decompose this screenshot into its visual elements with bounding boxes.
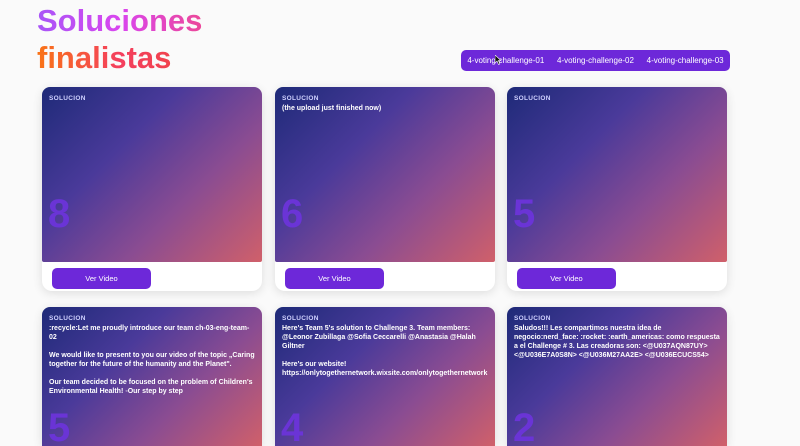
solution-thumbnail[interactable]: SOLUCION :recycle:Let me proudly introdu…	[42, 307, 262, 446]
ver-video-button[interactable]: Ver Video	[285, 268, 384, 289]
solution-card: SOLUCION :recycle:Let me proudly introdu…	[42, 307, 262, 446]
solution-number: 2	[513, 406, 536, 446]
solution-description: :recycle:Let me proudly introduce our te…	[49, 325, 255, 395]
solution-label: SOLUCION	[49, 95, 86, 102]
tab-challenge-02[interactable]: 4-voting-challenge-02	[557, 56, 634, 65]
solution-number: 5	[513, 192, 536, 236]
mouse-pointer-icon	[495, 55, 502, 65]
tab-challenge-03[interactable]: 4-voting-challenge-03	[647, 56, 724, 65]
solution-label: SOLUCION	[49, 315, 86, 322]
solution-label: SOLUCION	[282, 95, 319, 102]
solution-description: Here's Team 5's solution to Challenge 3.…	[282, 325, 488, 377]
solution-thumbnail[interactable]: SOLUCION Here's Team 5's solution to Cha…	[275, 307, 495, 446]
solution-thumbnail[interactable]: SOLUCION 8	[42, 87, 262, 262]
solution-card: SOLUCION Saludos!!! Les compartimos nues…	[507, 307, 727, 446]
solution-card: SOLUCION Here's Team 5's solution to Cha…	[275, 307, 495, 446]
solution-label: SOLUCION	[514, 315, 551, 322]
solution-number: 4	[281, 406, 304, 446]
solution-thumbnail[interactable]: SOLUCION (the upload just finished now) …	[275, 87, 495, 262]
page-title: Soluciones finalistas	[37, 2, 202, 76]
solution-card: SOLUCION 5 Ver Video	[507, 87, 727, 291]
solution-description: Saludos!!! Les compartimos nuestra idea …	[514, 325, 720, 359]
solution-card: SOLUCION (the upload just finished now) …	[275, 87, 495, 291]
solution-number: 5	[48, 406, 71, 446]
solution-thumbnail[interactable]: SOLUCION Saludos!!! Les compartimos nues…	[507, 307, 727, 446]
solution-thumbnail[interactable]: SOLUCION 5	[507, 87, 727, 262]
tab-challenge-01[interactable]: 4-voting-challenge-01	[467, 56, 544, 65]
solution-card: SOLUCION 8 Ver Video	[42, 87, 262, 291]
solution-description: (the upload just finished now)	[282, 105, 382, 112]
solution-number: 6	[281, 192, 304, 236]
solution-label: SOLUCION	[282, 315, 319, 322]
page-title-line2: finalistas	[37, 39, 202, 76]
solution-number: 8	[48, 192, 71, 236]
solution-label: SOLUCION	[514, 95, 551, 102]
page-title-line1: Soluciones	[37, 3, 203, 38]
ver-video-button[interactable]: Ver Video	[52, 268, 151, 289]
ver-video-button[interactable]: Ver Video	[517, 268, 616, 289]
